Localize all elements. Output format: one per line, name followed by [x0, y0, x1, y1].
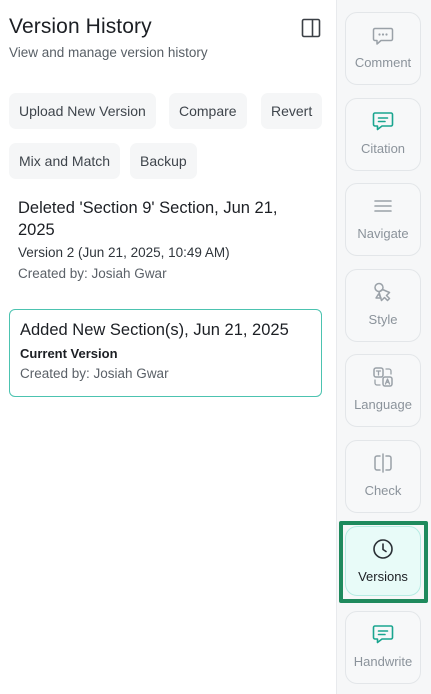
sidebar-item-style[interactable]: Style — [345, 269, 421, 342]
handwrite-icon — [372, 625, 394, 644]
comment-icon — [372, 27, 394, 45]
sidebar-item-handwrite[interactable]: Handwrite — [345, 611, 421, 684]
revert-button[interactable]: Revert — [261, 93, 323, 129]
sidebar-item-navigate[interactable]: Navigate — [345, 183, 421, 256]
version-author: Created by: Josiah Gwar — [18, 266, 167, 281]
sidebar-item-label: Versions — [358, 569, 408, 584]
language-icon — [373, 367, 393, 387]
sidebar-item-label: Language — [354, 397, 412, 412]
page-subtitle: View and manage version history — [9, 45, 208, 60]
version-entry[interactable]: Deleted 'Section 9' Section, Jun 21, 202… — [18, 197, 318, 281]
menu-icon — [374, 200, 392, 212]
sidebar-item-versions[interactable]: Versions — [345, 526, 421, 596]
style-icon — [374, 282, 391, 302]
backup-button[interactable]: Backup — [130, 143, 197, 179]
version-history-panel: Version History View and manage version … — [0, 0, 336, 694]
version-title: Added New Section(s), Jun 21, 2025 — [20, 321, 289, 339]
sidebar-item-label: Navigate — [357, 226, 409, 241]
sidebar-item-language[interactable]: Language — [345, 354, 421, 427]
current-version-entry[interactable]: Added New Section(s), Jun 21, 2025 Curre… — [9, 309, 322, 397]
sidebar-item-label: Style — [368, 312, 398, 327]
sidebar-item-label: Handwrite — [353, 654, 413, 669]
version-label: Version 2 (Jun 21, 2025, 10:49 AM) — [18, 245, 230, 260]
sidebar-item-label: Citation — [360, 141, 406, 156]
upload-new-version-button[interactable]: Upload New Version — [9, 93, 156, 129]
sidebar-layout-icon — [301, 18, 321, 38]
version-title: Deleted 'Section 9' Section, Jun 21, 202… — [18, 199, 278, 239]
current-version-badge: Current Version — [20, 346, 118, 361]
sidebar-item-label: Comment — [354, 55, 412, 70]
version-author: Created by: Josiah Gwar — [20, 366, 169, 381]
sidebar-item-label: Check — [364, 483, 402, 498]
panel-toggle-button[interactable] — [300, 17, 322, 39]
clock-icon — [373, 539, 393, 559]
sidebar-item-check[interactable]: Check — [345, 440, 421, 513]
mix-and-match-button[interactable]: Mix and Match — [9, 143, 121, 179]
sidebar-item-citation[interactable]: Citation — [345, 98, 421, 171]
compare-button[interactable]: Compare — [169, 93, 247, 129]
page-title: Version History — [9, 15, 152, 38]
citation-icon — [372, 112, 394, 131]
check-icon — [374, 453, 392, 473]
sidebar-item-comment[interactable]: Comment — [345, 12, 421, 85]
